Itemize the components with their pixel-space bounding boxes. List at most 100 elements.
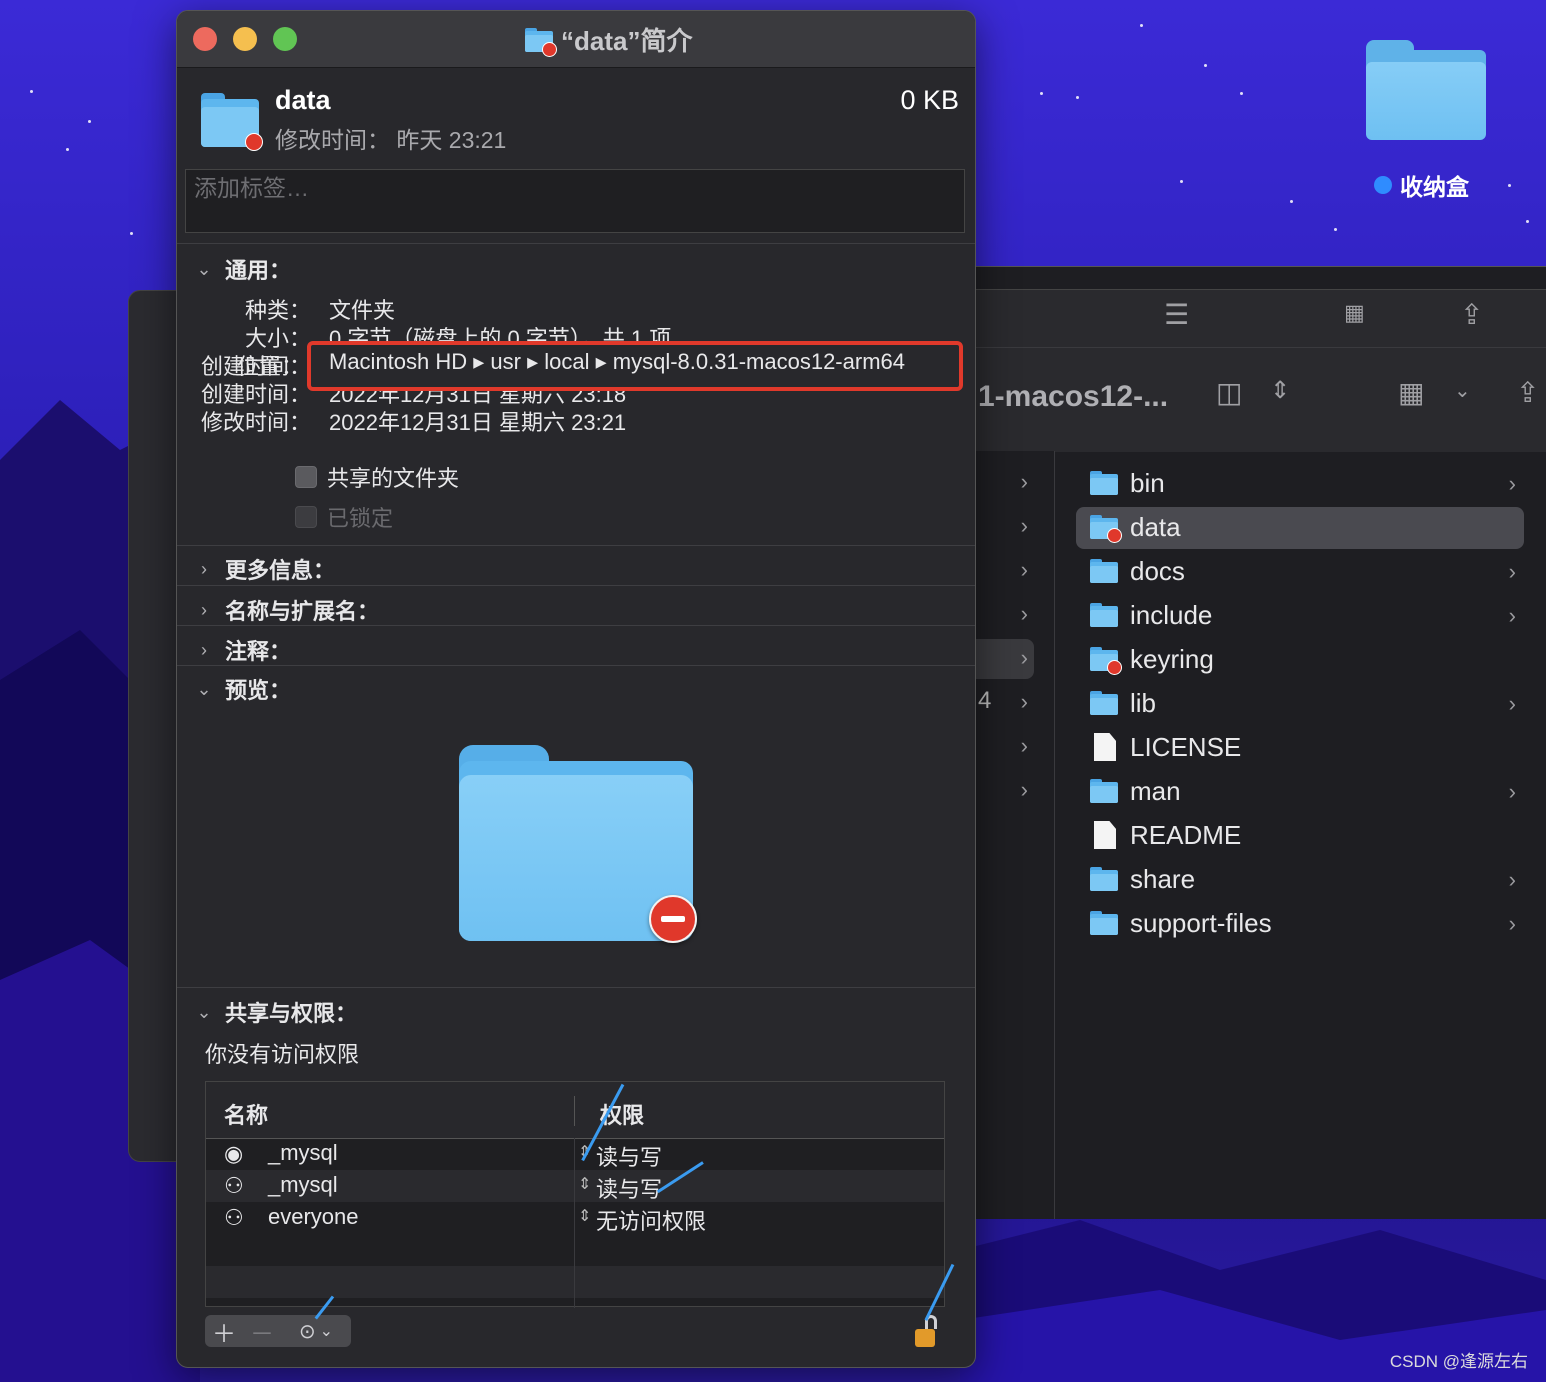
share-icon[interactable]: ⇪ xyxy=(1460,298,1483,331)
chevron-down-icon: ⌄ xyxy=(196,258,212,279)
list-item[interactable]: LICENSE xyxy=(1076,727,1524,769)
folder-icon xyxy=(1090,911,1118,935)
chevron-right-icon: › xyxy=(1020,733,1028,758)
file-name: docs xyxy=(1130,556,1185,586)
file-name: LICENSE xyxy=(1130,732,1242,762)
star xyxy=(1290,200,1293,203)
group-icon: ⚇ xyxy=(224,1173,244,1198)
section-comments[interactable]: › 注释： xyxy=(193,634,291,666)
popup-stepper-icon[interactable]: ⇕ xyxy=(578,1206,591,1226)
column-view-icon[interactable]: ◫ xyxy=(1216,376,1242,409)
table-row[interactable]: ⚇ _mysql ⇕ 读与写 xyxy=(206,1170,944,1202)
modified-label: 修改时间： xyxy=(200,410,311,435)
permissions-table: 名称 权限 ◉_mysql⇕读与写⚇_mysql⇕读与写⚇everyone⇕无访… xyxy=(205,1081,945,1308)
list-view-icon[interactable]: ☰ xyxy=(1164,298,1189,331)
finder-toolbar-upper: ☰ ▦ ⇪ xyxy=(960,289,1546,348)
divider xyxy=(177,545,975,546)
folder-icon xyxy=(1090,691,1118,715)
chevron-down-icon: ⌄ xyxy=(196,1001,212,1022)
section-preview[interactable]: ⌄ 预览： xyxy=(193,673,291,705)
shared-folder-checkbox[interactable]: 共享的文件夹 xyxy=(295,461,459,493)
star xyxy=(66,148,69,151)
window-title: “data”简介 xyxy=(525,21,692,58)
desktop-folder-icon[interactable] xyxy=(1366,40,1486,140)
close-button[interactable] xyxy=(193,27,217,51)
file-name: data xyxy=(1130,512,1181,542)
list-item[interactable]: share › xyxy=(1076,859,1524,901)
folder-icon xyxy=(1090,647,1122,675)
principal-name: everyone xyxy=(268,1204,359,1229)
divider xyxy=(177,987,975,988)
blue-tag-dot-icon xyxy=(1374,176,1392,194)
star xyxy=(1240,92,1243,95)
star xyxy=(1204,64,1207,67)
group-by-icon[interactable]: ▦ xyxy=(1398,376,1424,409)
file-name: share xyxy=(1130,864,1196,894)
table-row-empty xyxy=(206,1234,944,1266)
chevron-down-icon[interactable]: ⌄ xyxy=(1454,378,1471,403)
file-name: lib xyxy=(1130,688,1157,718)
table-row[interactable]: ◉_mysql⇕读与写 xyxy=(206,1138,944,1170)
file-name: bin xyxy=(1130,468,1165,498)
chevron-down-icon: ⌄ xyxy=(196,678,212,699)
section-general[interactable]: ⌄ 通用： xyxy=(193,253,291,285)
list-item[interactable]: support-files › xyxy=(1076,903,1524,945)
restricted-badge-icon xyxy=(1107,528,1122,543)
section-sharing-permissions[interactable]: ⌄ 共享与权限： xyxy=(193,996,357,1028)
list-item[interactable]: README xyxy=(1076,815,1524,857)
gallery-view-icon[interactable]: ▦ xyxy=(1344,300,1365,326)
folder-icon xyxy=(201,93,263,151)
star xyxy=(1076,96,1079,99)
where-label: 位置： xyxy=(236,354,303,379)
chevron-right-icon: › xyxy=(1508,867,1516,892)
column-divider xyxy=(574,1138,575,1308)
restricted-badge-icon xyxy=(649,895,697,943)
star xyxy=(30,90,33,93)
tags-input[interactable] xyxy=(192,172,956,204)
list-item[interactable]: keyring xyxy=(1076,639,1524,681)
star xyxy=(1334,228,1337,231)
folder-icon xyxy=(1090,867,1118,891)
column-header-name[interactable]: 名称 xyxy=(224,1098,268,1130)
checkbox-box[interactable] xyxy=(295,466,317,488)
list-item[interactable]: man › xyxy=(1076,771,1524,813)
finder-window: ☰ ▦ ⇪ 1-macos12-... ◫ ⇕ ▦ ⌄ ⇪ › › › › › … xyxy=(960,266,1546,1219)
minimize-button[interactable] xyxy=(233,27,257,51)
list-item[interactable]: include › xyxy=(1076,595,1524,637)
action-menu-button[interactable]: ⊙ ⌄ xyxy=(281,1315,351,1347)
privilege-popup[interactable]: 无访问权限 xyxy=(596,1204,706,1236)
zoom-button[interactable] xyxy=(273,27,297,51)
list-item[interactable]: lib › xyxy=(1076,683,1524,725)
chevron-right-icon: › xyxy=(201,599,207,620)
share-icon[interactable]: ⇪ xyxy=(1516,376,1539,409)
title-bar: “data”简介 xyxy=(177,11,975,68)
desktop-folder-label[interactable]: 收纳盒 xyxy=(1374,168,1469,202)
table-row[interactable]: ⚇ everyone ⇕ 无访问权限 xyxy=(206,1202,944,1234)
list-item[interactable]: data xyxy=(1076,507,1524,549)
document-icon xyxy=(1090,733,1118,761)
principal-name: _mysql xyxy=(268,1172,338,1197)
watermark: CSDN @逢源左右 xyxy=(1389,1352,1528,1371)
get-info-window: “data”简介 data 0 KB 修改时间： 昨天 23:21 ⌄通用： 种… xyxy=(176,10,976,1368)
folder-icon xyxy=(1090,559,1118,583)
tags-field[interactable] xyxy=(185,169,965,233)
privilege-popup[interactable]: 读与写 xyxy=(596,1140,662,1172)
section-name-extension[interactable]: › 名称与扩展名： xyxy=(193,594,379,626)
remove-button[interactable]: － xyxy=(243,1315,281,1348)
list-item[interactable]: docs › xyxy=(1076,551,1524,593)
list-item[interactable]: bin › xyxy=(1076,463,1524,505)
item-modified: 修改时间： 昨天 23:21 xyxy=(275,127,507,153)
add-button[interactable]: ＋ xyxy=(205,1315,243,1348)
finder-toolbar: 1-macos12-... ◫ ⇕ ▦ ⌄ ⇪ xyxy=(960,347,1546,452)
view-toggle-chevron-icon[interactable]: ⇕ xyxy=(1270,376,1290,405)
file-name: support-files xyxy=(1130,908,1272,938)
section-more-info[interactable]: › 更多信息： xyxy=(193,553,335,585)
file-name: man xyxy=(1130,776,1181,806)
chevron-right-icon: › xyxy=(1508,691,1516,716)
folder-icon xyxy=(1090,603,1118,627)
chevron-down-icon: ⌄ xyxy=(319,1323,334,1340)
privilege-popup[interactable]: 读与写 xyxy=(596,1172,662,1204)
popup-stepper-icon[interactable]: ⇕ xyxy=(578,1174,591,1194)
ellipsis-circle-icon: ⊙ xyxy=(298,1320,316,1343)
chevron-right-icon: › xyxy=(201,558,207,579)
